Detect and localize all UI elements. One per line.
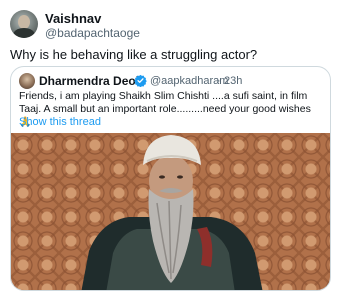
tweet[interactable]: Vaishnav @badapachtaoge Why is he behavi…	[0, 0, 341, 291]
quoted-tweet-time[interactable]: 23h	[224, 75, 242, 87]
tweet-text: Why is he behaving like a struggling act…	[10, 47, 258, 62]
actor-portrait-image	[81, 135, 263, 290]
author-display-name[interactable]: Vaishnav	[45, 11, 101, 26]
quoted-tweet-image[interactable]	[11, 133, 330, 290]
verified-badge-icon	[134, 74, 147, 87]
quoted-author-display-name[interactable]: Dharmendra Deol	[39, 74, 139, 88]
show-thread-link[interactable]: Show this thread	[19, 116, 101, 128]
quoted-tweet-body: Friends, i am playing Shaikh Slim Chisht…	[19, 90, 311, 115]
quoted-tweet-card[interactable]: Dharmendra Deol @aapkadharam · 23h Frien…	[10, 66, 331, 291]
author-handle[interactable]: @badapachtaoge	[45, 26, 140, 40]
separator-dot: ·	[217, 75, 221, 87]
quoted-author-avatar[interactable]	[19, 73, 35, 89]
author-avatar[interactable]	[10, 10, 38, 38]
